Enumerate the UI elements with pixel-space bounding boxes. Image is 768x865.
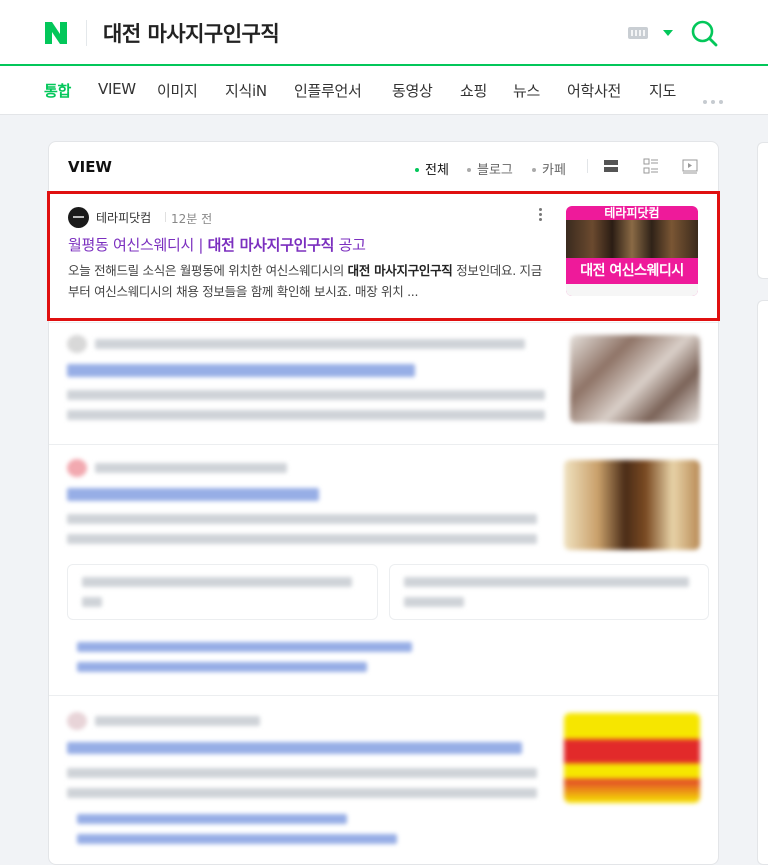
blurred-source xyxy=(95,716,260,726)
blurred-related-card xyxy=(389,564,709,620)
search-input[interactable]: 대전 마사지구인구직 xyxy=(103,18,280,48)
tab-news[interactable]: 뉴스 xyxy=(513,80,540,101)
list-view-icon[interactable] xyxy=(603,158,619,174)
avatar xyxy=(67,335,87,353)
blurred-description xyxy=(67,788,537,798)
tab-shopping[interactable]: 쇼핑 xyxy=(460,80,487,101)
tab-view[interactable]: VIEW xyxy=(98,80,136,98)
blurred-description xyxy=(67,410,545,420)
blurred-title xyxy=(67,488,319,501)
blurred-description xyxy=(67,390,545,400)
section-title: VIEW xyxy=(68,158,112,176)
blurred-source xyxy=(95,463,287,473)
search-tabs: 통합 VIEW 이미지 지식iN 인플루언서 동영상 쇼핑 뉴스 어학사전 지도 xyxy=(0,66,768,115)
dot-icon xyxy=(415,167,419,172)
header-divider xyxy=(86,20,87,46)
blurred-description xyxy=(67,514,537,524)
filter-divider xyxy=(587,159,588,173)
blurred-description xyxy=(67,768,537,778)
search-header: 대전 마사지구인구직 xyxy=(0,0,768,65)
divider xyxy=(49,695,718,696)
search-icon[interactable] xyxy=(690,19,718,47)
highlight-box xyxy=(47,191,720,321)
video-view-icon[interactable] xyxy=(682,158,698,174)
blurred-link xyxy=(77,662,367,672)
tab-video[interactable]: 동영상 xyxy=(392,80,433,101)
dot-icon xyxy=(467,167,471,172)
filter-label: 블로그 xyxy=(477,163,513,178)
divider xyxy=(49,322,718,323)
tab-kin[interactable]: 지식iN xyxy=(225,80,267,101)
blurred-link xyxy=(77,642,412,652)
chevron-down-icon[interactable] xyxy=(663,30,673,36)
divider xyxy=(49,444,718,445)
blurred-link xyxy=(77,814,347,824)
blurred-title xyxy=(67,364,415,377)
blurred-source xyxy=(95,339,525,349)
tab-map[interactable]: 지도 xyxy=(649,80,676,101)
blurred-description xyxy=(67,534,537,544)
filter-cafe[interactable]: 카페 xyxy=(532,159,566,178)
blurred-thumbnail xyxy=(570,335,700,423)
tab-images[interactable]: 이미지 xyxy=(157,80,198,101)
side-panel-stub xyxy=(757,142,768,279)
dot-icon xyxy=(532,167,536,172)
blurred-link xyxy=(77,834,397,844)
blurred-thumbnail xyxy=(564,460,700,550)
tab-all[interactable]: 통합 xyxy=(44,80,71,101)
avatar xyxy=(67,712,87,730)
blurred-related-card xyxy=(67,564,378,620)
filter-blog[interactable]: 블로그 xyxy=(467,159,513,178)
blurred-title xyxy=(67,742,522,754)
filter-label: 카페 xyxy=(542,163,566,178)
side-panel-stub xyxy=(757,300,768,865)
avatar xyxy=(67,459,87,477)
more-tabs-icon[interactable] xyxy=(703,89,727,108)
thumbnail-view-icon[interactable] xyxy=(643,158,659,174)
filter-all[interactable]: 전체 xyxy=(415,159,449,178)
tab-influencer[interactable]: 인플루언서 xyxy=(294,80,362,101)
filter-label: 전체 xyxy=(425,163,449,178)
naver-logo-icon[interactable] xyxy=(44,21,68,45)
tab-dictionary[interactable]: 어학사전 xyxy=(567,80,621,101)
keyboard-icon[interactable] xyxy=(628,27,648,39)
blurred-thumbnail xyxy=(564,713,700,803)
